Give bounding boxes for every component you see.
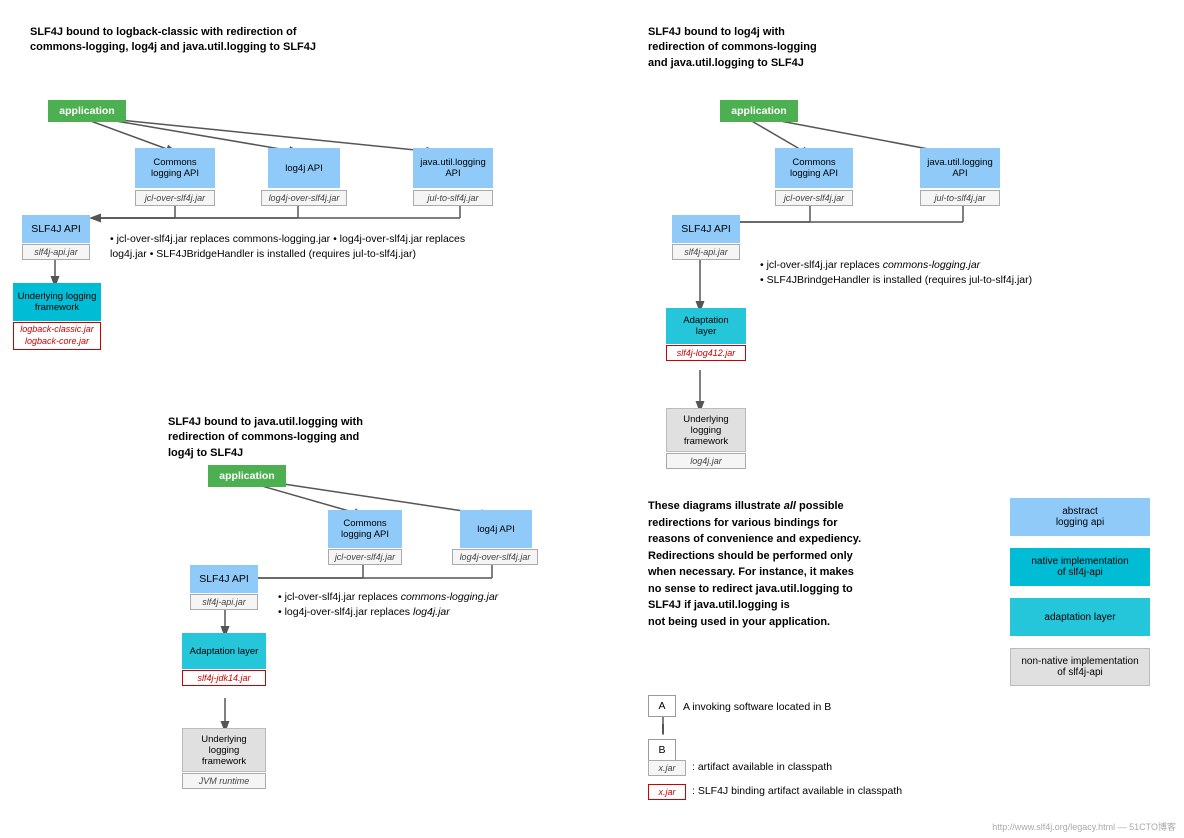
bl-commons-api-box: Commons logging API bbox=[328, 510, 402, 548]
bl-adaptation-jar-label: slf4j-jdk14.jar bbox=[197, 673, 250, 683]
bl-application-box: application bbox=[208, 465, 286, 487]
bl-underlying-box: Underlying logging framework bbox=[182, 728, 266, 772]
bottom-left-title: SLF4J bound to java.util.logging withred… bbox=[168, 415, 508, 461]
tl-commons-api-box: Commons logging API bbox=[135, 148, 215, 188]
tl-underlying-box: Underlying logging framework bbox=[13, 283, 101, 321]
tl-log4j-jar-box: log4j-over-slf4j.jar bbox=[261, 190, 347, 206]
tl-application-box: application bbox=[48, 100, 126, 122]
tr-commons-jar-label: jcl-over-slf4j.jar bbox=[784, 193, 844, 203]
tl-notes-text: • jcl-over-slf4j.jar replaces commons-lo… bbox=[110, 233, 465, 260]
tl-underlying-jar-label: logback-classic.jar logback-core.jar bbox=[20, 324, 94, 347]
invoke-a-box: A bbox=[648, 695, 676, 717]
legend-adaptation-label: adaptation layer bbox=[1044, 612, 1115, 623]
tl-jul-api-box: java.util.logging API bbox=[413, 148, 493, 188]
tr-jul-api-box: java.util.logging API bbox=[920, 148, 1000, 188]
bl-commons-jar-box: jcl-over-slf4j.jar bbox=[328, 549, 402, 565]
tl-commons-jar-box: jcl-over-slf4j.jar bbox=[135, 190, 215, 206]
bl-application-label: application bbox=[219, 470, 274, 482]
bl-slf4j-api-box: SLF4J API bbox=[190, 565, 258, 593]
tl-jul-api-label: java.util.logging API bbox=[420, 157, 486, 179]
tr-slf4j-jar-box: slf4j-api.jar bbox=[672, 244, 740, 260]
invoke-legend: A B A invoking software located in B bbox=[648, 695, 676, 739]
tl-jul-jar-label: jul-to-slf4j.jar bbox=[427, 193, 478, 203]
tl-notes: • jcl-over-slf4j.jar replaces commons-lo… bbox=[110, 232, 500, 262]
tl-jul-jar-box: jul-to-slf4j.jar bbox=[413, 190, 493, 206]
tr-slf4j-api-box: SLF4J API bbox=[672, 215, 740, 243]
legend-nonnative-box: non-native implementation of slf4j-api bbox=[1010, 648, 1150, 686]
top-right-title: SLF4J bound to log4j withredirection of … bbox=[648, 25, 958, 71]
tr-underlying-jar-box: log4j.jar bbox=[666, 453, 746, 469]
tr-notes: • jcl-over-slf4j.jar replaces commons-lo… bbox=[760, 258, 1140, 288]
invoke-label: A invoking software located in B bbox=[683, 700, 863, 715]
bl-notes: • jcl-over-slf4j.jar replaces commons-lo… bbox=[278, 590, 598, 620]
bl-slf4j-jar-box: slf4j-api.jar bbox=[190, 594, 258, 610]
jar-gray-example: x.jar bbox=[648, 760, 686, 776]
diagram-container: SLF4J bound to logback-classic with redi… bbox=[0, 0, 1184, 838]
jar-red-example: x.jar bbox=[648, 784, 686, 800]
bl-log4j-jar-label: log4j-over-slf4j.jar bbox=[460, 552, 531, 562]
tr-application-label: application bbox=[731, 105, 786, 117]
tl-application-label: application bbox=[59, 105, 114, 117]
tl-slf4j-api-box: SLF4J API bbox=[22, 215, 90, 243]
tr-jul-jar-label: jul-to-slf4j.jar bbox=[934, 193, 985, 203]
legend-adaptation-box: adaptation layer bbox=[1010, 598, 1150, 636]
bl-commons-api-label: Commons logging API bbox=[341, 518, 389, 540]
tl-log4j-api-label: log4j API bbox=[285, 163, 323, 174]
watermark: http://www.slf4j.org/legacy.html — 51CTO… bbox=[992, 820, 1176, 833]
legend-nonnative-label: non-native implementation of slf4j-api bbox=[1021, 656, 1138, 678]
tr-adaptation-box: Adaptation layer bbox=[666, 308, 746, 344]
jar-red-label: : SLF4J binding artifact available in cl… bbox=[692, 784, 902, 799]
bl-underlying-label: Underlying logging framework bbox=[201, 734, 246, 767]
tl-slf4j-jar-label: slf4j-api.jar bbox=[34, 247, 78, 257]
tl-slf4j-api-label: SLF4J API bbox=[31, 223, 81, 235]
legend-abstract-label: abstract logging api bbox=[1056, 506, 1104, 528]
tr-commons-api-label: Commons logging API bbox=[790, 157, 838, 179]
bl-log4j-api-label: log4j API bbox=[477, 524, 515, 535]
legend-abstract-box: abstract logging api bbox=[1010, 498, 1150, 536]
bl-adaptation-jar-box: slf4j-jdk14.jar bbox=[182, 670, 266, 686]
tr-jul-jar-box: jul-to-slf4j.jar bbox=[920, 190, 1000, 206]
jar-gray-label: : artifact available in classpath bbox=[692, 760, 832, 775]
tl-log4j-api-box: log4j API bbox=[268, 148, 340, 188]
tl-commons-api-label: Commons logging API bbox=[151, 157, 199, 179]
invoke-b-box: B bbox=[648, 739, 676, 761]
tr-underlying-box: Underlying logging framework bbox=[666, 408, 746, 452]
tr-slf4j-api-label: SLF4J API bbox=[681, 223, 731, 235]
bl-adaptation-label: Adaptation layer bbox=[190, 646, 259, 657]
bl-underlying-jar-label: JVM runtime bbox=[199, 776, 250, 786]
tr-commons-jar-box: jcl-over-slf4j.jar bbox=[775, 190, 853, 206]
jar-gray-legend: x.jar : artifact available in classpath bbox=[648, 760, 832, 776]
tr-commons-api-box: Commons logging API bbox=[775, 148, 853, 188]
tr-adaptation-label: Adaptation layer bbox=[672, 315, 740, 337]
jar-red-legend: x.jar : SLF4J binding artifact available… bbox=[648, 784, 902, 800]
br-description: These diagrams illustrate all possible r… bbox=[648, 498, 993, 630]
top-left-title: SLF4J bound to logback-classic with redi… bbox=[30, 25, 350, 56]
tr-slf4j-jar-label: slf4j-api.jar bbox=[684, 247, 728, 257]
tr-adaptation-jar-label: slf4j-log412.jar bbox=[677, 348, 736, 358]
invoke-arrow bbox=[662, 717, 664, 735]
tl-log4j-jar-label: log4j-over-slf4j.jar bbox=[269, 193, 340, 203]
bl-slf4j-jar-label: slf4j-api.jar bbox=[202, 597, 246, 607]
bl-underlying-jar-box: JVM runtime bbox=[182, 773, 266, 789]
tr-jul-api-label: java.util.logging API bbox=[927, 157, 993, 179]
tl-underlying-jar-box: logback-classic.jar logback-core.jar bbox=[13, 322, 101, 350]
tr-underlying-label: Underlying logging framework bbox=[683, 414, 728, 447]
tr-underlying-jar-label: log4j.jar bbox=[690, 456, 722, 466]
tl-slf4j-jar-box: slf4j-api.jar bbox=[22, 244, 90, 260]
tl-underlying-label: Underlying logging framework bbox=[18, 291, 97, 313]
legend-native-box: native implementation of slf4j-api bbox=[1010, 548, 1150, 586]
tr-adaptation-jar-box: slf4j-log412.jar bbox=[666, 345, 746, 361]
bl-commons-jar-label: jcl-over-slf4j.jar bbox=[335, 552, 395, 562]
bl-slf4j-api-label: SLF4J API bbox=[199, 573, 249, 585]
bl-adaptation-box: Adaptation layer bbox=[182, 633, 266, 669]
tl-commons-jar-label: jcl-over-slf4j.jar bbox=[145, 193, 205, 203]
tr-application-box: application bbox=[720, 100, 798, 122]
bl-log4j-jar-box: log4j-over-slf4j.jar bbox=[452, 549, 538, 565]
bl-log4j-api-box: log4j API bbox=[460, 510, 532, 548]
legend-native-label: native implementation of slf4j-api bbox=[1031, 556, 1128, 578]
